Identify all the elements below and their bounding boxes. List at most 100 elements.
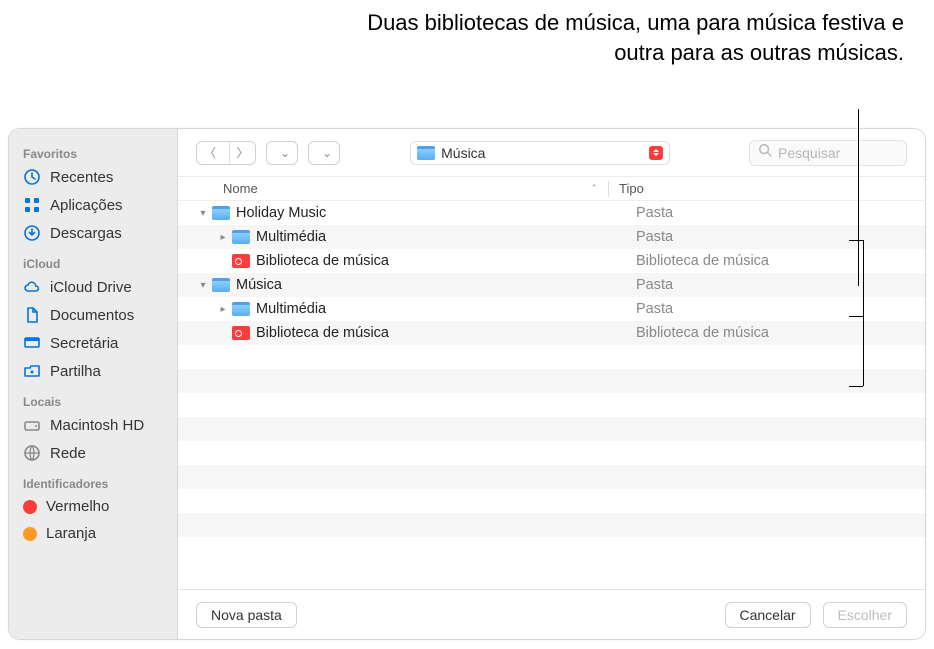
popup-arrows-icon xyxy=(649,146,663,160)
group-by-button[interactable]: ⌄ xyxy=(308,141,340,165)
file-name: Biblioteca de música xyxy=(256,325,636,341)
folder-icon xyxy=(417,146,435,160)
sidebar-item-label: Documentos xyxy=(50,307,134,324)
finder-open-dialog: Favoritos Recentes Aplicações Descargas iClo… xyxy=(8,128,926,640)
toolbar: 〈 〉 ⌄ ⌄ Música xyxy=(178,129,925,177)
column-header-type[interactable]: Tipo xyxy=(619,181,644,196)
folder-icon xyxy=(212,206,230,220)
sidebar-item[interactable]: Descargas xyxy=(9,219,177,247)
sidebar-item[interactable]: Partilha xyxy=(9,357,177,385)
sidebar-item[interactable]: Aplicações xyxy=(9,191,177,219)
app-grid-icon xyxy=(23,196,41,214)
sidebar-item[interactable]: Vermelho xyxy=(9,493,177,520)
disclosure-triangle-icon[interactable]: ▸ xyxy=(216,304,230,315)
annotation-bracket xyxy=(863,240,864,386)
tag-dot-icon xyxy=(23,500,37,514)
file-name: Multimédia xyxy=(256,229,636,245)
new-folder-button[interactable]: Nova pasta xyxy=(196,602,297,628)
sidebar-section-header: Identificadores xyxy=(9,467,177,493)
location-label: Música xyxy=(441,145,485,161)
sidebar-item[interactable]: Recentes xyxy=(9,163,177,191)
file-name: Música xyxy=(236,277,636,293)
location-popup[interactable]: Música xyxy=(410,141,670,165)
empty-row xyxy=(178,513,925,537)
file-type: Pasta xyxy=(636,205,673,221)
nav-back-forward: 〈 〉 xyxy=(196,141,256,165)
file-row[interactable]: ▾ MúsicaPasta xyxy=(178,273,925,297)
download-icon xyxy=(23,224,41,242)
column-separator[interactable] xyxy=(608,181,609,197)
clock-icon xyxy=(23,168,41,186)
choose-button[interactable]: Escolher xyxy=(823,602,907,628)
sidebar-item-label: Aplicações xyxy=(50,197,123,214)
folder-icon xyxy=(212,278,230,292)
file-name: Multimédia xyxy=(256,301,636,317)
empty-row xyxy=(178,417,925,441)
empty-row xyxy=(178,393,925,417)
music-library-file-icon xyxy=(232,254,250,268)
file-type: Pasta xyxy=(636,277,673,293)
disclosure-triangle-icon[interactable]: ▾ xyxy=(196,280,210,291)
search-icon xyxy=(758,143,772,162)
sidebar-item[interactable]: Secretária xyxy=(9,329,177,357)
annotation-bracket-mid xyxy=(849,316,863,317)
column-header-name[interactable]: Nome ⌃ xyxy=(223,181,598,196)
sidebar-item[interactable]: iCloud Drive xyxy=(9,273,177,301)
sidebar-item-label: iCloud Drive xyxy=(50,279,132,296)
sidebar-item[interactable]: Laranja xyxy=(9,520,177,547)
chevron-down-icon: ⌄ xyxy=(322,146,332,160)
annotation-leader-line xyxy=(858,109,859,286)
tag-dot-icon xyxy=(23,527,37,541)
sidebar-item[interactable]: Documentos xyxy=(9,301,177,329)
sidebar-item-label: Partilha xyxy=(50,363,101,380)
sidebar-item-label: Rede xyxy=(50,445,86,462)
file-row[interactable]: Biblioteca de músicaBiblioteca de música xyxy=(178,249,925,273)
sidebar-section-header: iCloud xyxy=(9,247,177,273)
empty-row xyxy=(178,369,925,393)
file-row[interactable]: ▸ MultimédiaPasta xyxy=(178,297,925,321)
chevron-right-icon: 〉 xyxy=(236,144,248,161)
chevron-down-icon: ⌄ xyxy=(280,146,290,160)
sort-ascending-icon: ⌃ xyxy=(590,183,598,194)
nav-back-button[interactable]: 〈 xyxy=(197,142,223,164)
folder-icon xyxy=(232,302,250,316)
doc-icon xyxy=(23,306,41,324)
sidebar-item-label: Macintosh HD xyxy=(50,417,144,434)
disclosure-triangle-icon[interactable]: ▸ xyxy=(216,232,230,243)
file-row[interactable]: Biblioteca de músicaBiblioteca de música xyxy=(178,321,925,345)
column-header-row: Nome ⌃ Tipo xyxy=(178,177,925,201)
annotation-bracket-tick xyxy=(849,240,863,241)
file-type: Biblioteca de música xyxy=(636,325,769,341)
sidebar-item-label: Recentes xyxy=(50,169,113,186)
search-field[interactable] xyxy=(749,140,907,166)
dialog-footer: Nova pasta Cancelar Escolher xyxy=(178,589,925,639)
cancel-button[interactable]: Cancelar xyxy=(725,602,811,628)
sidebar-item-label: Descargas xyxy=(50,225,122,242)
chevron-left-icon: 〈 xyxy=(204,144,216,161)
music-library-file-icon xyxy=(232,326,250,340)
file-row[interactable]: ▾ Holiday MusicPasta xyxy=(178,201,925,225)
sidebar-item-label: Laranja xyxy=(46,525,96,542)
search-input[interactable] xyxy=(778,145,898,161)
empty-row xyxy=(178,489,925,513)
folder-icon xyxy=(232,230,250,244)
file-name: Biblioteca de música xyxy=(256,253,636,269)
column-name-label: Nome xyxy=(223,181,258,196)
annotation-text: Duas bibliotecas de música, uma para mús… xyxy=(364,8,904,67)
sidebar: Favoritos Recentes Aplicações Descargas iClo… xyxy=(9,129,178,639)
file-row[interactable]: ▸MultimédiaPasta xyxy=(178,225,925,249)
empty-row xyxy=(178,465,925,489)
sidebar-item-label: Vermelho xyxy=(46,498,109,515)
sidebar-section-header: Favoritos xyxy=(9,137,177,163)
disclosure-triangle-icon[interactable]: ▾ xyxy=(196,208,210,219)
sidebar-section-header: Locais xyxy=(9,385,177,411)
file-type: Pasta xyxy=(636,301,673,317)
share-folder-icon xyxy=(23,362,41,380)
sidebar-item-label: Secretária xyxy=(50,335,118,352)
nav-forward-button[interactable]: 〉 xyxy=(229,142,255,164)
file-name: Holiday Music xyxy=(236,205,636,221)
file-list: ▾Holiday MusicPasta▸MultimédiaPastaBibli… xyxy=(178,201,925,589)
sidebar-item[interactable]: Rede xyxy=(9,439,177,467)
view-mode-button[interactable]: ⌄ xyxy=(266,141,298,165)
sidebar-item[interactable]: Macintosh HD xyxy=(9,411,177,439)
